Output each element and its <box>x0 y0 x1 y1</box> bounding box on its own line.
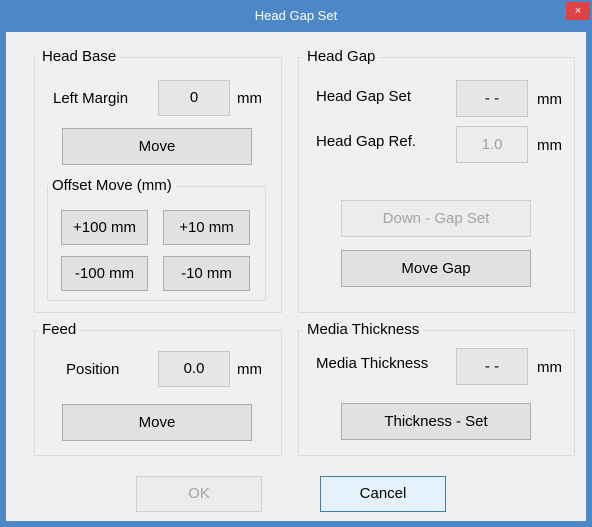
feed-position-unit: mm <box>237 361 262 378</box>
offset-minus-100-button[interactable]: -100 mm <box>61 256 148 291</box>
media-thickness-field[interactable]: - - <box>456 348 528 385</box>
media-thickness-label: Media Thickness <box>316 355 429 372</box>
offset-plus-10-button[interactable]: +10 mm <box>163 210 250 245</box>
left-margin-unit: mm <box>237 90 262 107</box>
head-base-group-label: Head Base <box>38 48 121 65</box>
feed-position-field[interactable]: 0.0 <box>158 351 230 387</box>
head-gap-ref-field: 1.0 <box>456 126 528 163</box>
thickness-set-button[interactable]: Thickness - Set <box>341 403 531 440</box>
head-base-move-button[interactable]: Move <box>62 128 252 165</box>
head-gap-ref-unit: mm <box>537 137 562 154</box>
head-gap-ref-label: Head Gap Ref. <box>316 133 417 150</box>
down-gap-set-button[interactable]: Down - Gap Set <box>341 200 531 237</box>
title-bar[interactable]: Head Gap Set × <box>0 0 592 32</box>
left-margin-label: Left Margin <box>53 90 129 107</box>
offset-plus-100-button[interactable]: +100 mm <box>61 210 148 245</box>
head-gap-set-field[interactable]: - - <box>456 80 528 117</box>
move-gap-button[interactable]: Move Gap <box>341 250 531 287</box>
feed-group-label: Feed <box>38 321 81 338</box>
window-title: Head Gap Set <box>254 8 338 23</box>
media-thickness-unit: mm <box>537 359 562 376</box>
head-gap-set-label: Head Gap Set <box>316 88 412 105</box>
media-thickness-group-label: Media Thickness <box>303 321 424 338</box>
feed-position-label: Position <box>66 361 120 378</box>
offset-minus-10-button[interactable]: -10 mm <box>163 256 250 291</box>
head-gap-set-unit: mm <box>537 91 562 108</box>
close-icon[interactable]: × <box>566 2 590 20</box>
ok-button[interactable]: OK <box>136 476 262 512</box>
left-margin-field[interactable]: 0 <box>158 80 230 116</box>
head-gap-group-label: Head Gap <box>303 48 380 65</box>
feed-move-button[interactable]: Move <box>62 404 252 441</box>
cancel-button[interactable]: Cancel <box>320 476 446 512</box>
offset-move-group-label: Offset Move (mm) <box>48 177 176 194</box>
